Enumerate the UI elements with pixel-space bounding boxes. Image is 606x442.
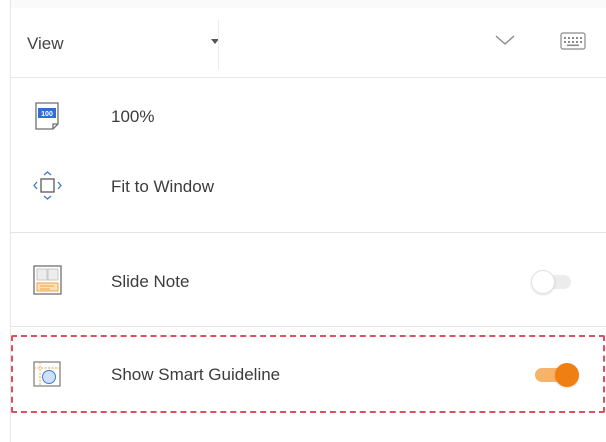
fit-to-window-label: Fit to Window xyxy=(111,177,214,196)
toggle-knob xyxy=(531,270,555,294)
chevron-down-icon[interactable] xyxy=(494,33,516,47)
fit-to-window-item[interactable]: Fit to Window xyxy=(11,160,606,210)
smart-guideline-icon xyxy=(31,358,63,390)
view-panel: View 100 100% Fit to Window Slide Note S… xyxy=(10,0,606,442)
fit-to-window-icon xyxy=(31,170,63,202)
slide-note-toggle[interactable] xyxy=(531,270,577,294)
header-divider xyxy=(218,20,219,70)
header-top-strip xyxy=(11,0,606,8)
highlight-box xyxy=(11,335,605,413)
keyboard-icon[interactable] xyxy=(559,30,587,52)
smart-guideline-row: Show Smart Guideline xyxy=(11,335,606,413)
panel-header: View xyxy=(11,0,606,78)
slide-note-label: Slide Note xyxy=(111,272,190,291)
toggle-knob xyxy=(555,363,579,387)
smart-guideline-label: Show Smart Guideline xyxy=(111,365,281,384)
zoom-100-icon: 100 xyxy=(31,100,63,132)
section-divider xyxy=(11,232,606,233)
slide-note-row: Slide Note xyxy=(11,250,606,310)
slide-note-icon xyxy=(31,264,63,296)
smart-guideline-toggle[interactable] xyxy=(533,363,579,387)
view-dropdown[interactable]: View xyxy=(27,30,219,58)
view-dropdown-label: View xyxy=(27,34,64,53)
svg-text:100: 100 xyxy=(41,111,53,118)
zoom-100-item[interactable]: 100 100% xyxy=(11,92,606,142)
panel-bottom xyxy=(11,418,606,442)
zoom-100-label: 100% xyxy=(111,107,155,126)
section-divider xyxy=(11,326,606,327)
